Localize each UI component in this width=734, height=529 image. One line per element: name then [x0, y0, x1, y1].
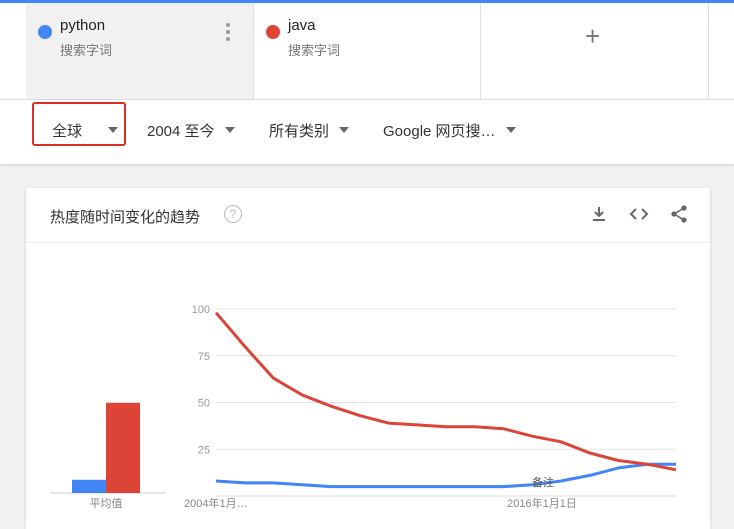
- line-chart-grid: [216, 308, 676, 497]
- category-filter-label: 所有类别: [269, 123, 330, 140]
- dropdown-caret-icon: [505, 127, 516, 134]
- line-chart-labels: 25 50 75 100 2004年1月… 2016年1月1日备注: [184, 304, 577, 510]
- term-type: 搜索字词: [288, 43, 341, 58]
- python-color-dot: [38, 25, 52, 39]
- y-tick-label: 25: [198, 444, 210, 456]
- region-filter[interactable]: 全球: [52, 120, 119, 142]
- term-name: java: [288, 17, 316, 34]
- term-name: python: [60, 17, 106, 34]
- add-term-icon[interactable]: +: [585, 21, 600, 52]
- filter-bar: 全球 2004 至今 所有类别 Google 网页搜…: [0, 100, 734, 165]
- x-tick-label: 2004年1月…: [184, 496, 248, 510]
- line-chart-series: [214, 311, 677, 489]
- average-bar-python: [72, 479, 106, 493]
- series-line-java: [214, 311, 677, 472]
- term-card-python[interactable]: python 搜索字词: [26, 3, 254, 99]
- category-filter[interactable]: 所有类别: [269, 120, 350, 142]
- comparison-terms-bar: python 搜索字词 java 搜索字词 +: [0, 3, 734, 100]
- dropdown-caret-icon: [224, 127, 235, 134]
- series-line-python: [215, 462, 676, 489]
- region-filter-label: 全球: [52, 123, 83, 140]
- java-color-dot: [266, 25, 280, 39]
- search-type-filter[interactable]: Google 网页搜…: [383, 120, 516, 142]
- more-vert-icon[interactable]: [225, 23, 231, 43]
- dropdown-caret-icon: [339, 127, 350, 134]
- dropdown-caret-icon: [108, 127, 119, 134]
- y-tick-label: 75: [198, 351, 210, 363]
- annotation-label[interactable]: 备注: [532, 475, 554, 489]
- term-type: 搜索字词: [60, 43, 113, 58]
- search-type-filter-label: Google 网页搜…: [383, 123, 496, 140]
- time-filter-label: 2004 至今: [147, 123, 215, 140]
- y-tick-label: 50: [198, 398, 210, 410]
- x-tick-label: 2016年1月1日: [507, 496, 577, 510]
- add-term-slot[interactable]: +: [481, 3, 709, 99]
- average-label: 平均值: [90, 497, 123, 510]
- interest-over-time-card: 热度随时间变化的趋势 ? 平均值 25 50 75 100 2004年1月… 2016年1…: [26, 188, 710, 529]
- average-bar-java: [106, 402, 140, 493]
- term-card-java[interactable]: java 搜索字词: [254, 3, 481, 99]
- trend-chart: 平均值 25 50 75 100 2004年1月… 2016年1月1日备注: [50, 304, 677, 510]
- average-bars: 平均值: [50, 402, 166, 510]
- y-tick-label: 100: [192, 304, 210, 316]
- time-filter[interactable]: 2004 至今: [147, 120, 235, 142]
